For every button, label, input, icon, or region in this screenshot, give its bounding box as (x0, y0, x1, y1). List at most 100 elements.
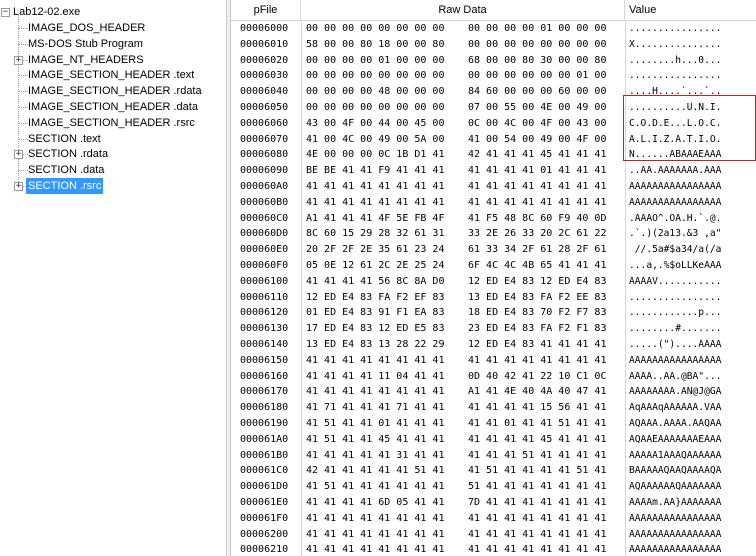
column-header-value[interactable]: Value (625, 0, 756, 21)
row-ascii-value: AAAAAAAAAAAAAAAA (629, 528, 722, 540)
row-hex-bytes-high: 41 41 41 41 41 41 41 41 (468, 512, 607, 524)
row-offset: 000061E0 (240, 497, 289, 508)
tree-item-label[interactable]: IMAGE_SECTION_HEADER .rsrc (26, 115, 197, 131)
hex-view[interactable]: pFile Raw Data Value 00006000 00 00 00 00… (231, 0, 756, 556)
hex-row[interactable]: 00006090 BE BE 41 41 F9 41 41 41 41 41 41 … (231, 163, 756, 179)
row-offset: 00006020 (240, 54, 289, 66)
row-hex-bytes-low: 12 ED E4 83 FA F2 EF 83 (306, 291, 445, 303)
row-ascii-value: ................ (629, 70, 722, 82)
row-offset: 00006170 (240, 386, 289, 398)
row-offset: 00006190 (240, 418, 289, 429)
tree-item[interactable]: + SECTION .rdata (0, 146, 224, 162)
hex-row[interactable]: 000061B0 41 41 41 41 41 31 41 41 41 41 41 … (231, 448, 756, 464)
tree-item-label[interactable]: SECTION .rdata (26, 146, 110, 162)
row-hex-bytes-low: 4E 00 00 00 0C 1B D1 41 (306, 149, 445, 161)
expand-icon[interactable]: + (14, 55, 23, 65)
hex-row[interactable]: 00006100 41 41 41 41 56 8C 8A D0 12 ED E4 … (231, 274, 756, 290)
row-ascii-value: ............p... (629, 307, 722, 319)
hex-row[interactable]: 00006160 41 41 41 41 11 04 41 41 0D 40 42 … (231, 369, 756, 385)
tree-item[interactable]: + SECTION .rsrc (0, 178, 224, 194)
row-hex-bytes-high: 41 00 54 00 49 00 4F 00 (468, 133, 607, 145)
tree-item-label[interactable]: SECTION .text (26, 131, 103, 147)
tree-item[interactable]: SECTION .text (0, 131, 224, 147)
unicode-string-highlight-box (623, 95, 756, 161)
column-header-raw-data[interactable]: Raw Data (301, 0, 625, 21)
tree-item[interactable]: + IMAGE_NT_HEADERS (0, 52, 224, 68)
row-hex-bytes-high: 23 ED E4 83 FA F2 F1 83 (468, 323, 607, 335)
hex-row[interactable]: 000061E0 41 41 41 41 6D 05 41 41 7D 41 41 … (231, 495, 756, 511)
hex-row[interactable]: 00006010 58 00 00 80 18 00 00 80 00 00 00 … (231, 37, 756, 53)
tree-item-label[interactable]: SECTION .data (26, 162, 106, 178)
row-hex-bytes-high: 68 00 00 80 30 00 00 80 (468, 54, 607, 66)
hex-row[interactable]: 00006030 00 00 00 00 00 00 00 00 00 00 00 … (231, 68, 756, 84)
hex-row[interactable]: 000060C0 A1 41 41 41 4F 5E FB 4F 41 F5 48 … (231, 211, 756, 227)
expand-icon[interactable]: + (14, 150, 23, 160)
hex-row[interactable]: 00006180 41 71 41 41 41 71 41 41 41 41 41 … (231, 400, 756, 416)
row-hex-bytes-low: BE BE 41 41 F9 41 41 41 (306, 165, 445, 177)
row-ascii-value: AAAAV........... (629, 275, 722, 287)
row-hex-bytes-low: 41 41 41 41 6D 05 41 41 (306, 497, 445, 508)
tree-item[interactable]: IMAGE_SECTION_HEADER .text (0, 67, 224, 83)
row-offset: 00006010 (240, 38, 289, 50)
hex-row[interactable]: 000061D0 41 51 41 41 41 41 41 41 51 41 41 … (231, 479, 756, 495)
row-hex-bytes-low: 00 00 00 00 48 00 00 00 (306, 86, 445, 98)
hex-row[interactable]: 00006140 13 ED E4 83 13 28 22 29 12 ED E4 … (231, 337, 756, 353)
row-hex-bytes-high: 41 41 41 41 41 41 41 41 (468, 181, 607, 192)
hex-row[interactable]: 000060E0 20 2F 2F 2E 35 61 23 24 61 33 34 … (231, 242, 756, 258)
hex-row[interactable]: 000060F0 05 0E 12 61 2C 2E 25 24 6F 4C 4C … (231, 258, 756, 274)
tree-item[interactable]: IMAGE_SECTION_HEADER .data (0, 99, 224, 115)
tree-item-label[interactable]: SECTION .rsrc (26, 178, 104, 194)
hex-row[interactable]: 000061A0 41 51 41 41 45 41 41 41 41 41 41 … (231, 432, 756, 448)
row-ascii-value: ........h...0... (629, 54, 722, 66)
row-hex-bytes-low: 58 00 00 80 18 00 00 80 (306, 38, 445, 50)
hex-row[interactable]: 00006000 00 00 00 00 00 00 00 00 00 00 00 … (231, 21, 756, 37)
column-header-pfile[interactable]: pFile (231, 0, 301, 21)
hex-row[interactable]: 000060D0 8C 60 15 29 28 32 61 31 33 2E 26 … (231, 226, 756, 242)
expand-icon[interactable]: + (14, 182, 23, 191)
row-hex-bytes-high: 13 ED E4 83 FA F2 EE 83 (468, 291, 607, 303)
hex-row[interactable]: 00006130 17 ED E4 83 12 ED E5 83 23 ED E4 … (231, 321, 756, 337)
row-hex-bytes-high: 00 00 00 00 00 00 01 00 (468, 70, 607, 82)
hex-row[interactable]: 00006110 12 ED E4 83 FA F2 EF 83 13 ED E4 … (231, 290, 756, 306)
hex-row[interactable]: 00006190 41 51 41 41 01 41 41 41 41 41 01 … (231, 416, 756, 432)
tree-item-label[interactable]: IMAGE_DOS_HEADER (26, 20, 147, 36)
tree-item-label[interactable]: MS-DOS Stub Program (26, 36, 145, 52)
hex-row[interactable]: 00006020 00 00 00 00 01 00 00 00 68 00 00 … (231, 53, 756, 69)
row-hex-bytes-low: 41 41 41 41 11 04 41 41 (306, 370, 445, 382)
tree-item[interactable]: IMAGE_DOS_HEADER (0, 20, 224, 36)
row-ascii-value: AqAAAqAAAAAA.VAA (629, 402, 722, 414)
hex-row[interactable]: 00006170 41 41 41 41 41 41 41 41 A1 41 4E … (231, 384, 756, 400)
tree-item-label[interactable]: IMAGE_SECTION_HEADER .data (26, 99, 200, 115)
tree-item[interactable]: SECTION .data (0, 162, 224, 178)
row-hex-bytes-high: 41 41 41 51 41 41 41 41 (468, 449, 607, 461)
row-hex-bytes-low: A1 41 41 41 4F 5E FB 4F (306, 212, 445, 224)
tree-item[interactable]: IMAGE_SECTION_HEADER .rsrc (0, 115, 224, 131)
row-ascii-value: .`.)(2a13.&3 ,a" (629, 228, 722, 240)
collapse-icon[interactable]: − (1, 8, 10, 17)
hex-row[interactable]: 000060B0 41 41 41 41 41 41 41 41 41 41 41 … (231, 195, 756, 211)
hex-row[interactable]: 000061F0 41 41 41 41 41 41 41 41 41 41 41 … (231, 511, 756, 527)
row-hex-bytes-low: 41 51 41 41 45 41 41 41 (306, 433, 445, 445)
hex-row[interactable]: 00006210 41 41 41 41 41 41 41 41 41 41 41 … (231, 542, 756, 556)
row-ascii-value: .....(")....AAAA (629, 339, 722, 350)
tree-root-label[interactable]: Lab12-02.exe (11, 4, 82, 20)
hex-row[interactable]: 00006120 01 ED E4 83 91 F1 EA 83 18 ED E4 … (231, 305, 756, 321)
tree-item-label[interactable]: IMAGE_SECTION_HEADER .text (26, 67, 196, 83)
tree-item[interactable]: IMAGE_SECTION_HEADER .rdata (0, 83, 224, 99)
hex-row[interactable]: 00006150 41 41 41 41 41 41 41 41 41 41 41 … (231, 353, 756, 369)
pe-structure-tree[interactable]: − Lab12-02.exe IMAGE_DOS_HEADER MS-DOS St… (0, 0, 226, 556)
row-hex-bytes-low: 42 41 41 41 41 41 51 41 (306, 465, 445, 477)
row-hex-bytes-high: 51 41 41 41 41 41 41 41 (468, 481, 607, 493)
row-offset: 00006200 (240, 528, 289, 540)
tree-item[interactable]: MS-DOS Stub Program (0, 36, 224, 52)
row-offset: 00006070 (240, 133, 289, 145)
hex-row[interactable]: 000060A0 41 41 41 41 41 41 41 41 41 41 41 … (231, 179, 756, 195)
tree-item-label[interactable]: IMAGE_NT_HEADERS (26, 52, 146, 68)
row-offset: 000060E0 (240, 244, 289, 256)
row-offset: 00006140 (240, 339, 289, 350)
tree-item-label[interactable]: IMAGE_SECTION_HEADER .rdata (26, 83, 204, 99)
hex-row[interactable]: 00006200 41 41 41 41 41 41 41 41 41 41 41 … (231, 527, 756, 543)
row-ascii-value: AQAAA.AAAA.AAQAA (629, 418, 722, 429)
hex-row[interactable]: 000061C0 42 41 41 41 41 41 51 41 41 51 41 … (231, 463, 756, 479)
row-hex-bytes-high: 41 41 41 41 15 56 41 41 (468, 402, 607, 414)
